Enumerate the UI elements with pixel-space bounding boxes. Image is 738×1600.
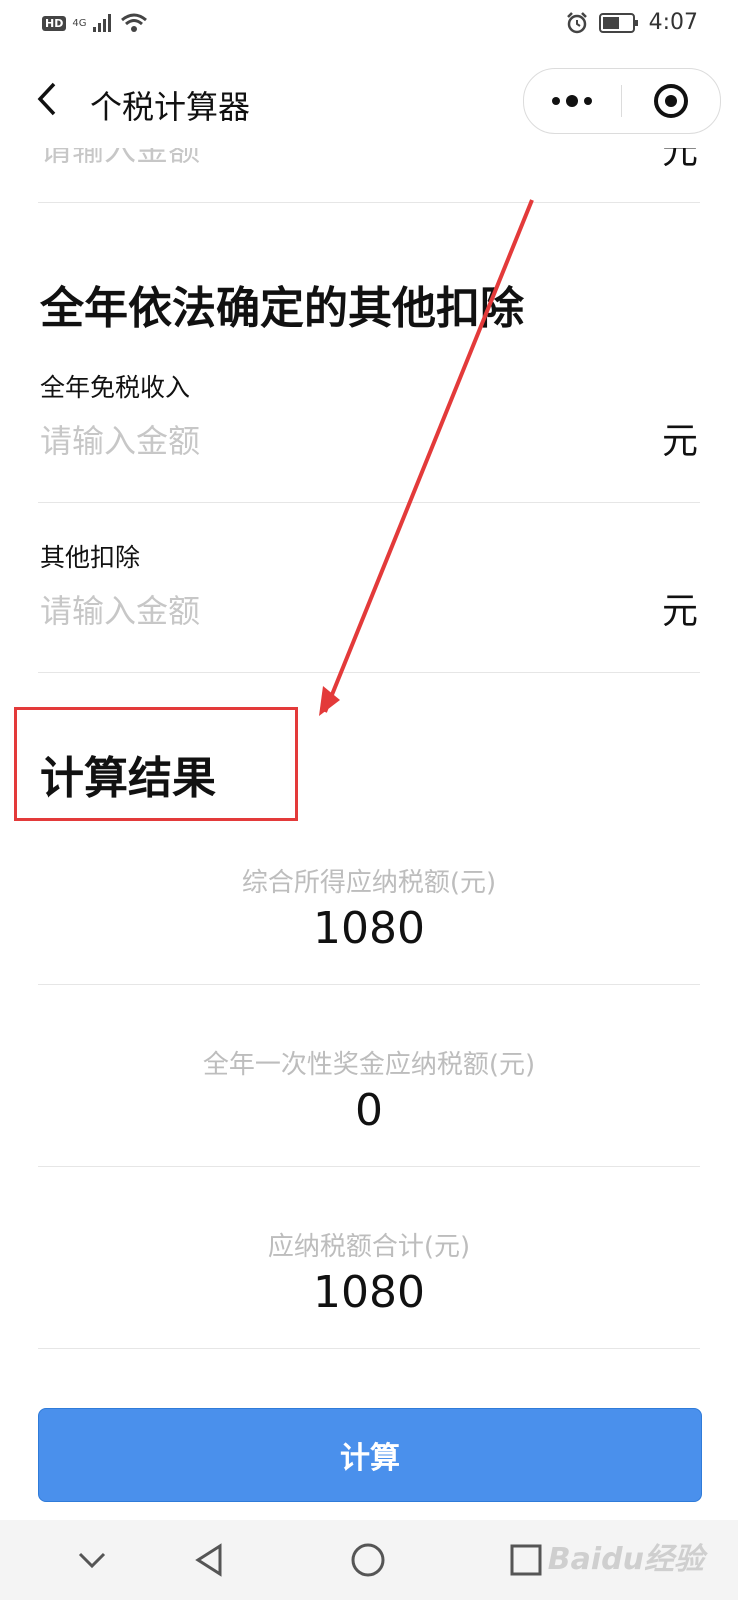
unit-label-clipped: 元: [661, 148, 698, 172]
tax-free-income-input[interactable]: 请输入金额: [40, 416, 200, 462]
page-title: 个税计算器: [90, 88, 251, 126]
back-button[interactable]: [28, 74, 68, 124]
result-label: 综合所得应纳税额(元): [241, 868, 497, 898]
battery-icon: [598, 12, 638, 33]
divider: [38, 984, 700, 985]
divider: [38, 502, 700, 503]
more-button[interactable]: [524, 69, 621, 133]
result-label: 应纳税额合计(元): [267, 1232, 471, 1262]
field-label: 其他扣除: [40, 543, 141, 572]
clock: 4:07: [648, 10, 698, 35]
divider: [38, 202, 700, 203]
divider: [38, 1166, 700, 1167]
close-button[interactable]: [622, 69, 720, 133]
square-recents-icon: [510, 1544, 542, 1576]
alarm-icon: [566, 11, 587, 33]
signal-icon: [93, 14, 112, 32]
other-deduction-input[interactable]: 请输入金额: [40, 586, 200, 632]
more-dots-icon: [552, 95, 592, 107]
nav-bar: 个税计算器: [0, 52, 738, 148]
network-label: 4G: [72, 17, 87, 29]
amount-input-clipped[interactable]: 请输入金额: [40, 148, 200, 170]
unit-label: 元: [661, 421, 698, 462]
home-button[interactable]: [346, 1538, 390, 1582]
target-icon: [654, 84, 688, 118]
triangle-back-icon: [195, 1543, 222, 1577]
watermark: Baidu经验: [547, 1542, 704, 1577]
hd-badge: HD: [42, 15, 67, 31]
divider: [38, 672, 700, 673]
wifi-icon: [121, 13, 148, 32]
status-bar: HD 4G 4:07: [0, 0, 738, 52]
other-deduction-field: 其他扣除 请输入金额 元: [38, 538, 700, 658]
unit-label: 元: [661, 591, 698, 632]
calculate-button[interactable]: 计算: [38, 1408, 702, 1502]
system-back-button[interactable]: [188, 1538, 232, 1582]
result-item: 综合所得应纳税额(元) 1080: [38, 862, 700, 954]
result-item: 全年一次性奖金应纳税额(元) 0: [38, 1044, 700, 1136]
mini-program-capsule: [523, 68, 721, 134]
result-value: 0: [355, 1085, 383, 1136]
result-item: 应纳税额合计(元) 1080: [38, 1226, 700, 1318]
recents-button[interactable]: [504, 1538, 548, 1582]
chevron-down-icon: [78, 1552, 106, 1569]
result-value: 1080: [313, 1267, 425, 1318]
collapse-button[interactable]: [70, 1538, 114, 1582]
clipped-field: 请输入金额 元: [0, 148, 738, 200]
annotation-box: [14, 707, 298, 821]
circle-home-icon: [351, 1543, 385, 1577]
result-value: 1080: [313, 903, 425, 954]
other-deductions-title: 全年依法确定的其他扣除: [40, 283, 524, 334]
chevron-left-icon: [37, 82, 56, 116]
result-label: 全年一次性奖金应纳税额(元): [202, 1050, 536, 1080]
divider: [38, 1348, 700, 1349]
tax-free-income-field: 全年免税收入 请输入金额 元: [38, 368, 700, 488]
field-label: 全年免税收入: [40, 373, 191, 402]
